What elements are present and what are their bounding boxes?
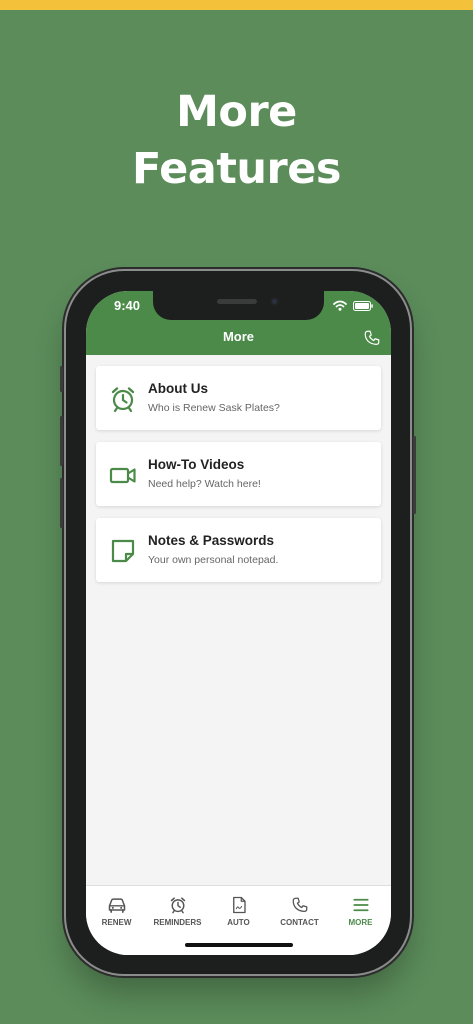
phone-screen: 9:40 More About Us Who is Renew Sask Pla…: [86, 291, 391, 955]
menu-item-how-to-videos[interactable]: How-To Videos Need help? Watch here!: [96, 442, 381, 506]
tab-label: REMINDERS: [153, 918, 202, 927]
alarm-clock-icon: [170, 897, 185, 914]
alarm-clock-icon: [111, 387, 135, 413]
page-title: More: [222, 329, 255, 344]
wifi-icon: [333, 300, 347, 311]
tab-label: MORE: [348, 918, 373, 927]
tab-label: RENEW: [101, 918, 132, 927]
more-menu-list: About Us Who is Renew Sask Plates? How-T…: [96, 366, 381, 594]
battery-icon: [353, 300, 373, 311]
menu-item-title: Notes & Passwords: [148, 533, 275, 548]
menu-item-subtitle: Your own personal notepad.: [148, 554, 279, 566]
status-icons: [333, 300, 373, 311]
tab-label: CONTACT: [280, 918, 319, 927]
car-icon: [108, 898, 125, 913]
menu-item-subtitle: Who is Renew Sask Plates?: [148, 402, 280, 414]
tab-more[interactable]: MORE: [330, 886, 391, 955]
power-button: [413, 436, 416, 514]
phone-icon: [292, 897, 307, 913]
video-camera-icon: [109, 467, 136, 484]
note-icon: [111, 539, 135, 563]
headline-line-1: More: [176, 87, 297, 137]
document-icon: [232, 896, 246, 914]
front-camera: [270, 297, 279, 306]
notch: [153, 291, 324, 320]
promo-headline: More Features: [0, 84, 473, 198]
menu-item-subtitle: Need help? Watch here!: [148, 478, 261, 490]
home-indicator[interactable]: [185, 943, 293, 947]
menu-item-title: About Us: [148, 381, 208, 396]
menu-item-notes-passwords[interactable]: Notes & Passwords Your own personal note…: [96, 518, 381, 582]
phone-frame: 9:40 More About Us Who is Renew Sask Pla…: [60, 271, 416, 974]
tab-label: AUTO: [227, 918, 250, 927]
menu-item-about-us[interactable]: About Us Who is Renew Sask Plates?: [96, 366, 381, 430]
status-time: 9:40: [114, 298, 141, 313]
menu-item-title: How-To Videos: [148, 457, 245, 472]
speaker-grille: [217, 299, 257, 304]
bottom-tab-bar: RENEW REMINDERS AUTO CONTACT MORE: [86, 885, 391, 955]
volume-down-button: [60, 478, 63, 528]
tab-renew[interactable]: RENEW: [86, 886, 147, 955]
call-phone-icon[interactable]: [363, 329, 381, 347]
mute-switch: [60, 366, 63, 392]
menu-icon: [352, 898, 369, 912]
top-accent-bar: [0, 0, 473, 10]
headline-line-2: Features: [132, 144, 341, 194]
volume-up-button: [60, 416, 63, 466]
